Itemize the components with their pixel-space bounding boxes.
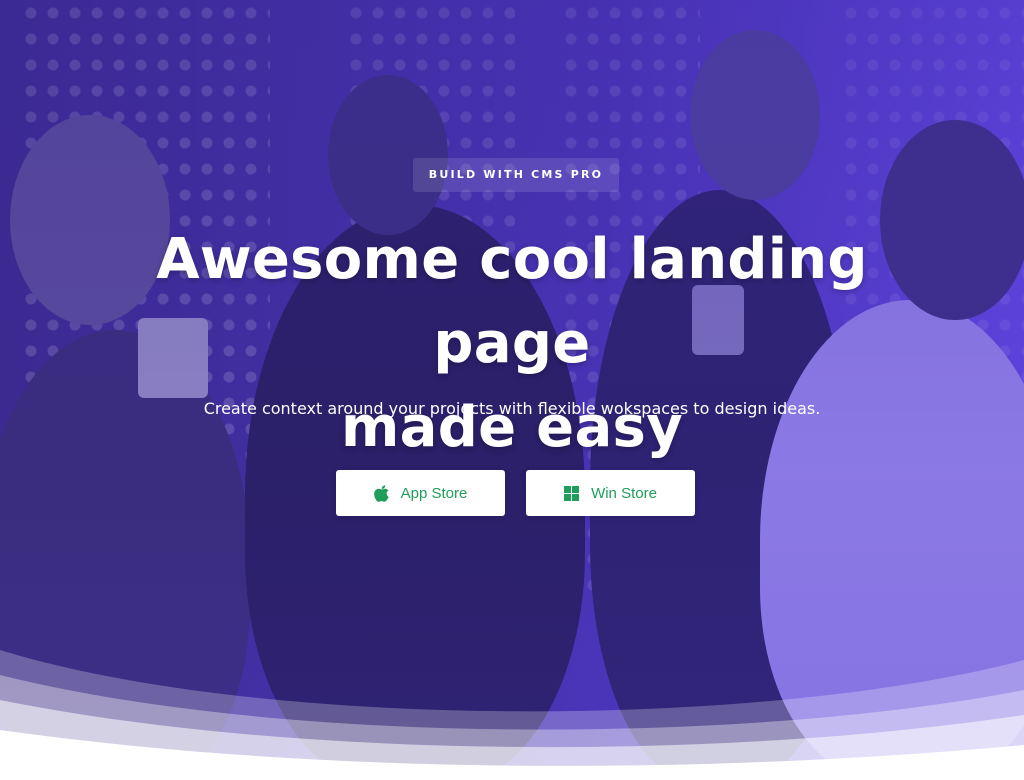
app-store-button[interactable]: App Store (336, 470, 505, 516)
hero-badge: BUILD WITH CMS PRO (413, 158, 619, 192)
bottom-wave-divider (0, 650, 1024, 780)
hero-subtitle: Create context around your projects with… (203, 399, 821, 418)
app-store-label: App Store (400, 484, 468, 502)
win-store-label: Win Store (591, 484, 657, 502)
headline-line-1: Awesome cool landing page (156, 227, 868, 376)
win-store-button[interactable]: Win Store (526, 470, 695, 516)
windows-icon (564, 485, 580, 501)
apple-icon (373, 484, 389, 502)
hero-headline: Awesome cool landing page made easy (80, 218, 944, 470)
hero-section: BUILD WITH CMS PRO Awesome cool landing … (0, 0, 1024, 780)
